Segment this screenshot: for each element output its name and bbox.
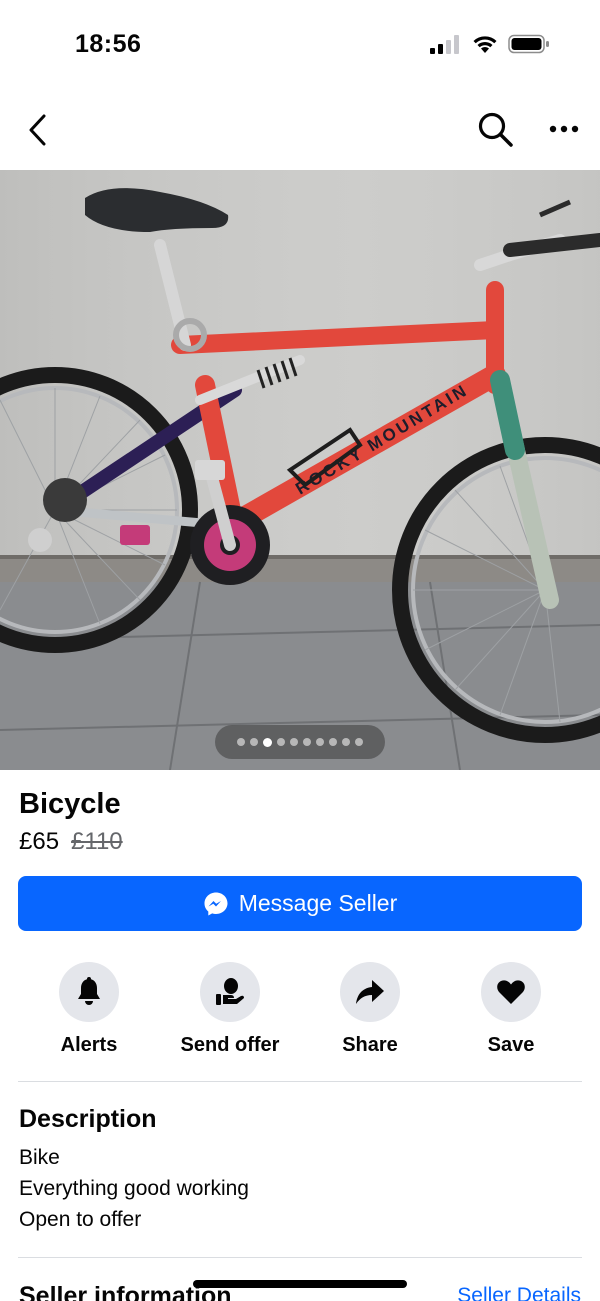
description-text: Bike Everything good working Open to off… — [19, 1142, 249, 1235]
message-seller-label: Message Seller — [238, 890, 398, 916]
alerts-label: Alerts — [60, 1034, 118, 1056]
send-offer-action[interactable]: Send offer — [160, 962, 300, 1057]
back-chevron-icon — [29, 114, 46, 146]
description-line: Bike — [19, 1146, 60, 1169]
alerts-button[interactable] — [59, 962, 119, 1022]
description-line: Open to offer — [19, 1208, 142, 1231]
message-seller-button[interactable]: Message Seller — [18, 876, 582, 931]
divider — [18, 1081, 582, 1082]
divider — [18, 1257, 582, 1258]
messenger-icon — [204, 892, 228, 915]
status-time: 18:56 — [75, 30, 142, 58]
more-button[interactable] — [544, 114, 584, 144]
carousel-dot[interactable] — [316, 738, 324, 746]
send-offer-label: Send offer — [180, 1034, 280, 1056]
carousel-dot-active[interactable] — [263, 737, 272, 747]
description-line: Everything good working — [19, 1177, 249, 1200]
seller-details-link[interactable]: Seller Details — [457, 1284, 581, 1301]
current-price: £65 — [19, 828, 60, 855]
share-arrow-icon — [356, 980, 384, 1004]
carousel-dot[interactable] — [277, 738, 285, 746]
back-button[interactable] — [18, 110, 58, 150]
nav-bar — [0, 100, 600, 160]
status-icons — [430, 34, 550, 54]
carousel-dot[interactable] — [237, 738, 245, 746]
carousel-dot[interactable] — [329, 738, 337, 746]
original-price: £110 — [71, 828, 123, 855]
listing-title: Bicycle — [19, 788, 121, 820]
share-action[interactable]: Share — [300, 962, 440, 1057]
bicycle-photo: ROCKY MOUNTAIN — [0, 170, 600, 770]
carousel-dot[interactable] — [250, 738, 258, 746]
search-icon — [478, 112, 513, 147]
offer-hand-icon — [216, 978, 244, 1005]
signal-icon — [430, 35, 459, 54]
share-label: Share — [342, 1034, 398, 1056]
carousel-dot[interactable] — [355, 738, 363, 746]
carousel-dot[interactable] — [303, 738, 311, 746]
carousel-dot[interactable] — [342, 738, 350, 746]
bell-icon — [78, 977, 100, 1005]
alerts-action[interactable]: Alerts — [19, 962, 159, 1057]
listing-photo[interactable]: ROCKY MOUNTAIN — [0, 170, 600, 770]
more-icon — [549, 125, 579, 133]
search-button[interactable] — [474, 108, 518, 152]
status-bar: 18:56 — [0, 0, 600, 90]
save-button[interactable] — [481, 962, 541, 1022]
battery-icon — [508, 34, 549, 54]
wifi-icon — [473, 36, 497, 53]
description-heading: Description — [19, 1105, 157, 1133]
heart-icon — [497, 980, 525, 1004]
share-button[interactable] — [340, 962, 400, 1022]
home-indicator[interactable] — [193, 1280, 407, 1288]
save-action[interactable]: Save — [441, 962, 581, 1057]
photo-carousel-indicator[interactable] — [215, 725, 385, 759]
price-row: £65 £110 — [19, 828, 123, 856]
send-offer-button[interactable] — [200, 962, 260, 1022]
carousel-dot[interactable] — [290, 738, 298, 746]
save-label: Save — [487, 1034, 535, 1056]
